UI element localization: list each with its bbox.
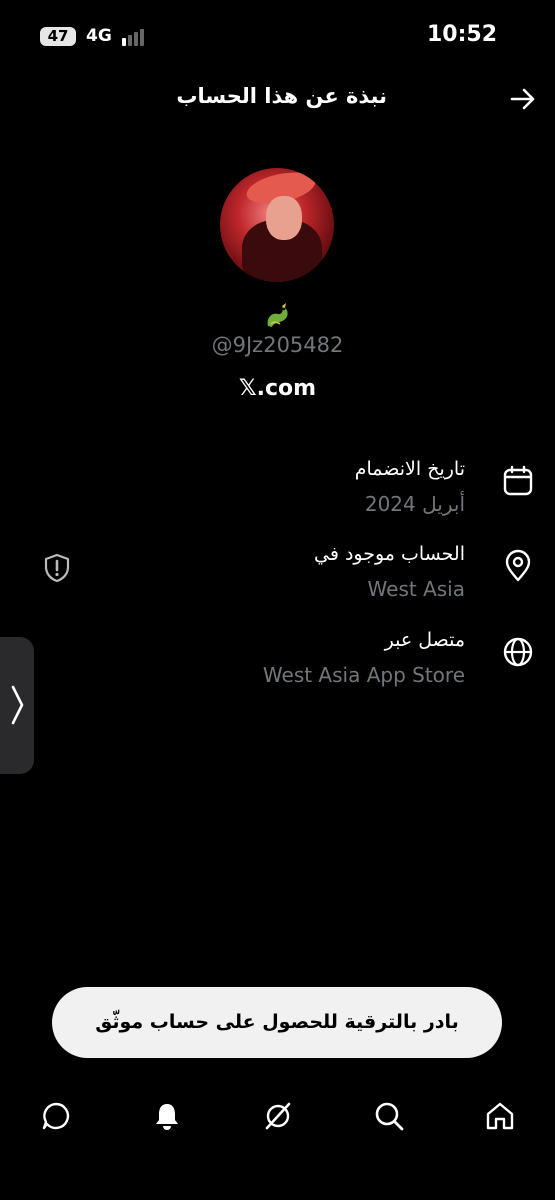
bell-icon[interactable] bbox=[139, 1090, 194, 1145]
search-icon[interactable] bbox=[361, 1090, 416, 1145]
shield-icon[interactable] bbox=[43, 553, 70, 583]
clock: 10:52 bbox=[426, 22, 497, 47]
user-handle: @9Jz205482 bbox=[211, 333, 344, 357]
signal-icon bbox=[122, 28, 152, 46]
info-row-location: الحساب موجود في West Asia bbox=[25, 543, 535, 613]
header: نبذة عن هذا الحساب bbox=[0, 70, 555, 128]
info-label: متصل عبر bbox=[384, 629, 465, 651]
info-row-connected-via: متصل عبر West Asia App Store bbox=[25, 629, 535, 699]
battery-indicator: 47 bbox=[40, 27, 76, 46]
chat-icon[interactable] bbox=[28, 1090, 83, 1145]
page-title: نبذة عن هذا الحساب bbox=[176, 84, 387, 108]
dragon-emoji-icon bbox=[262, 300, 294, 332]
bottom-nav bbox=[0, 1090, 555, 1145]
arrow-right-icon[interactable] bbox=[508, 84, 538, 114]
info-value: West Asia App Store bbox=[262, 663, 465, 687]
network-type: 4G bbox=[86, 26, 112, 46]
grok-icon[interactable] bbox=[250, 1090, 305, 1145]
home-icon[interactable] bbox=[472, 1090, 527, 1145]
chevron-right-icon bbox=[11, 685, 24, 725]
avatar[interactable] bbox=[220, 168, 334, 282]
location-pin-icon bbox=[501, 549, 535, 583]
info-value: West Asia bbox=[367, 577, 465, 601]
status-bar: 47 4G 10:52 bbox=[0, 0, 555, 70]
website-link[interactable]: 𝕏.com bbox=[0, 376, 555, 401]
info-row-joined: تاريخ الانضمام أبريل 2024 bbox=[25, 458, 535, 528]
side-panel-handle[interactable] bbox=[0, 637, 34, 774]
upgrade-verified-button[interactable]: بادر بالترقية للحصول على حساب موثّق bbox=[52, 987, 502, 1058]
globe-icon bbox=[501, 635, 535, 669]
info-label: تاريخ الانضمام bbox=[354, 458, 465, 480]
calendar-icon bbox=[501, 464, 535, 498]
info-label: الحساب موجود في bbox=[314, 543, 465, 565]
info-value: أبريل 2024 bbox=[364, 492, 465, 516]
